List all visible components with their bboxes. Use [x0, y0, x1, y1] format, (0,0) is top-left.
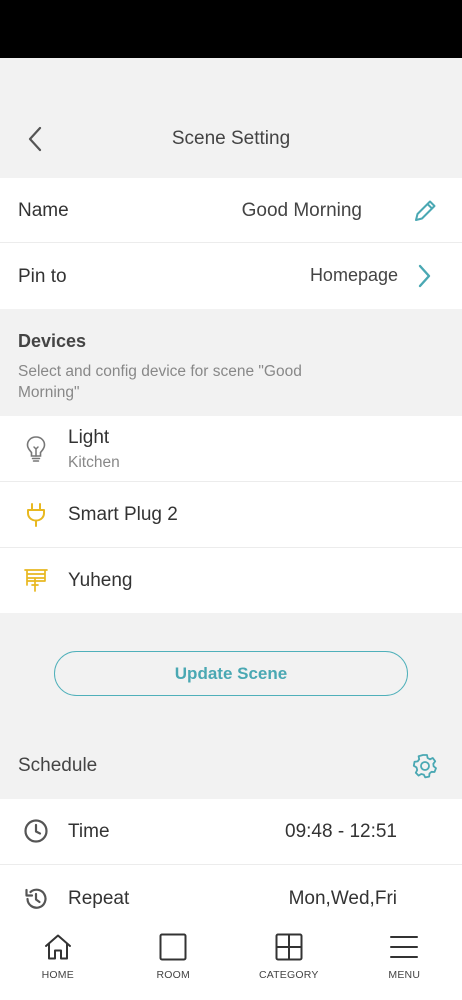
devices-heading: Devices: [18, 331, 87, 351]
time-value: 09:48 - 12:51: [285, 821, 397, 842]
status-bar: [0, 0, 462, 58]
name-row: Name Good Morning: [0, 178, 462, 242]
devices-subtitle: Select and config device for scene "Good…: [18, 363, 302, 401]
bulb-icon: [20, 433, 52, 465]
tab-label: CATEGORY: [258, 969, 319, 981]
repeat-label: Repeat: [68, 888, 130, 909]
repeat-value: Mon,Wed,Fri: [288, 888, 397, 909]
device-row-yuheng[interactable]: Yuheng: [0, 548, 462, 613]
gear-icon: [412, 754, 437, 779]
device-name: Yuheng: [68, 570, 133, 591]
device-name: Smart Plug 2: [68, 504, 178, 525]
schedule-label: Schedule: [18, 755, 98, 776]
plug-icon: [20, 499, 52, 531]
menu-icon: [388, 931, 420, 963]
pin-to-value: Homepage: [309, 265, 398, 285]
bottom-tab-bar: HOME ROOM CATEGORY MENU: [0, 913, 462, 1000]
history-icon: [22, 885, 50, 913]
schedule-settings-button[interactable]: [410, 751, 440, 781]
chevron-right-icon: [414, 261, 434, 291]
home-icon: [42, 931, 74, 963]
edit-name-button[interactable]: [410, 196, 440, 226]
pin-to-label: Pin to: [18, 266, 67, 287]
time-label: Time: [68, 821, 110, 842]
tab-room[interactable]: ROOM: [116, 913, 232, 1000]
page-title: Scene Setting: [171, 128, 291, 149]
update-scene-button[interactable]: Update Scene: [54, 651, 408, 696]
schedule-time-row[interactable]: Time 09:48 - 12:51: [0, 799, 462, 864]
schedule-repeat-row[interactable]: Repeat Mon,Wed,Fri: [0, 865, 462, 913]
scene-name-value: Good Morning: [241, 200, 362, 221]
pencil-icon: [415, 200, 436, 221]
device-row-light[interactable]: Light Kitchen: [0, 416, 462, 481]
category-icon: [273, 931, 305, 963]
tab-label: MENU: [388, 969, 421, 981]
device-name: Light: [68, 427, 110, 448]
device-row-smart-plug[interactable]: Smart Plug 2: [0, 482, 462, 547]
room-icon: [157, 931, 189, 963]
tab-label: ROOM: [156, 969, 190, 981]
blind-icon: [20, 564, 52, 596]
tab-menu[interactable]: MENU: [347, 913, 462, 1000]
pin-to-row[interactable]: Pin to Homepage: [0, 243, 462, 309]
top-bar: Scene Setting: [0, 58, 462, 178]
clock-icon: [22, 817, 50, 845]
tab-category[interactable]: CATEGORY: [231, 913, 347, 1000]
tab-label: HOME: [41, 969, 74, 981]
device-room: Kitchen: [68, 454, 120, 471]
tab-home[interactable]: HOME: [0, 913, 116, 1000]
name-label: Name: [18, 200, 69, 221]
